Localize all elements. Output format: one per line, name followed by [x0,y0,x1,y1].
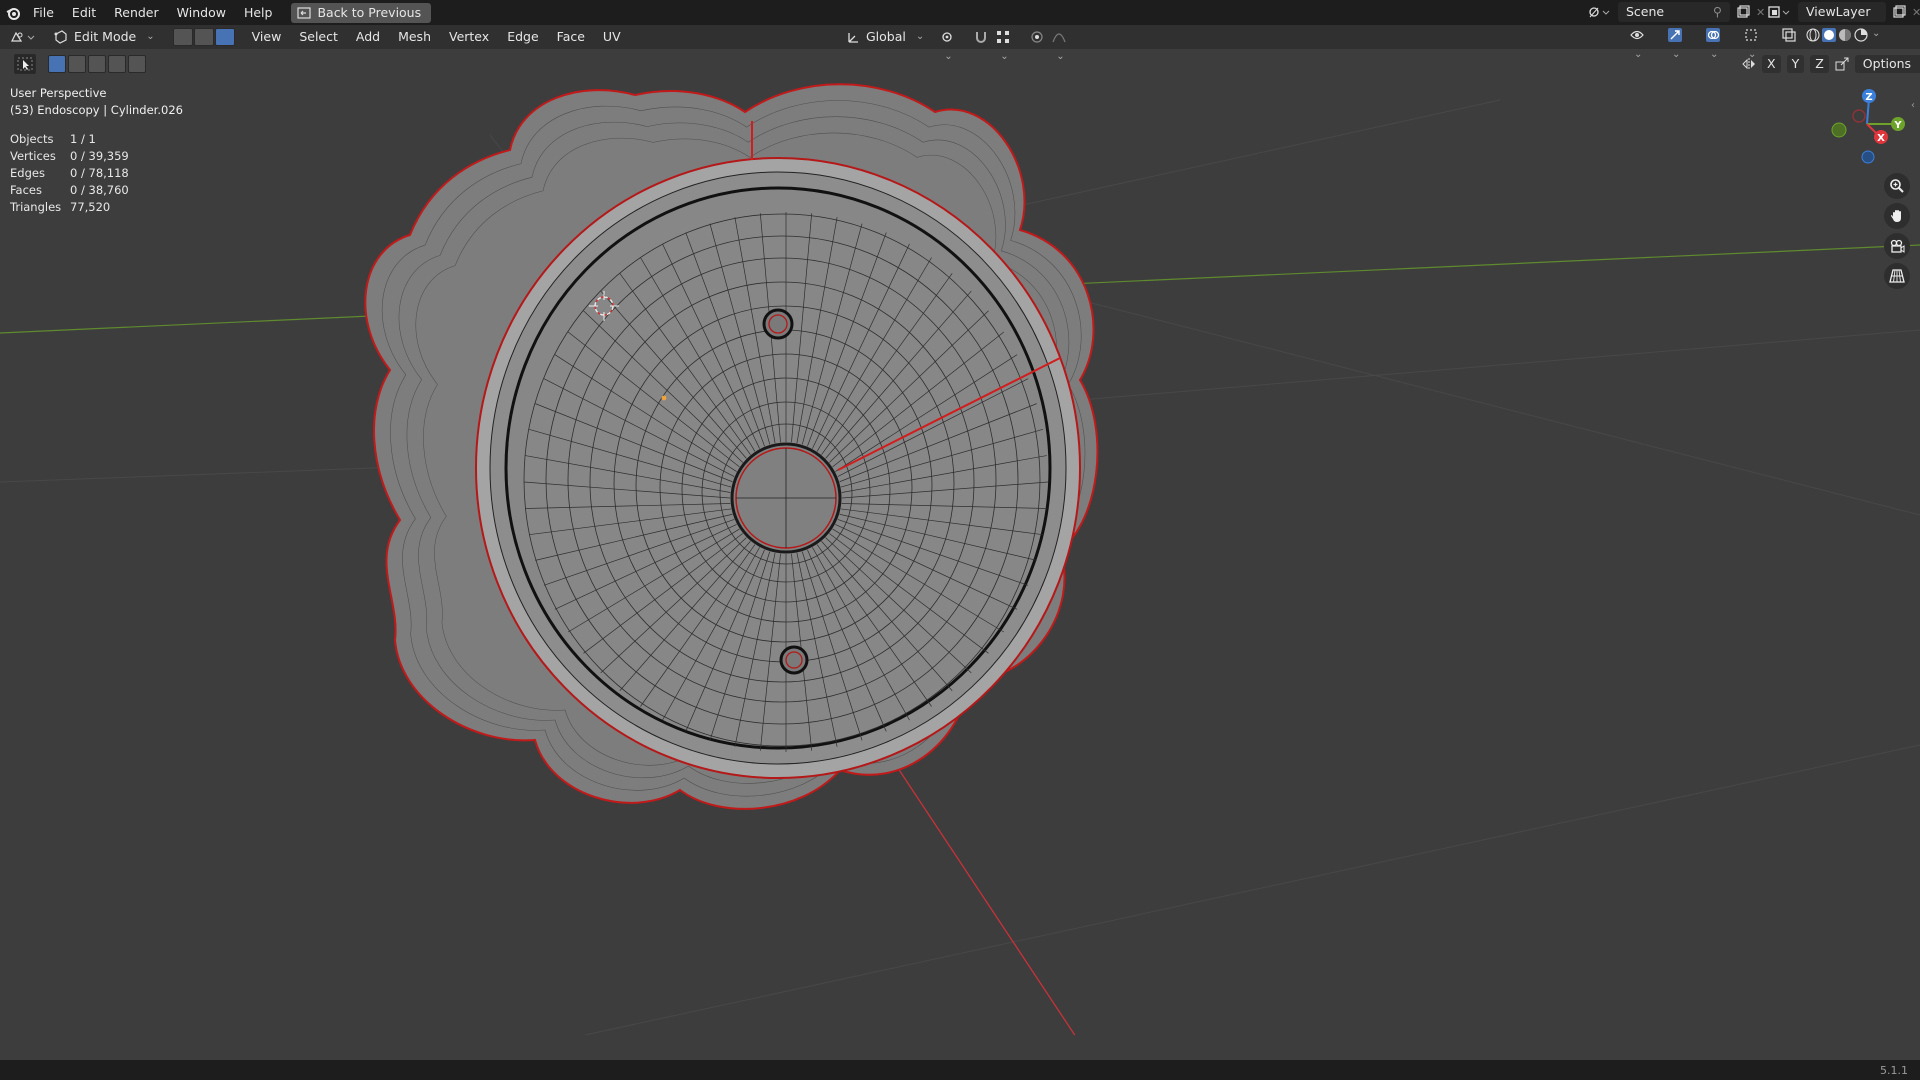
gizmo-neg-z [1861,150,1875,164]
gizmo-x-label: X [1877,133,1885,144]
navigation-gizmo[interactable]: Z Y X [1822,84,1912,174]
version-label: 5.1.1 [1880,1064,1908,1077]
stat-row: Edges 0 / 78,118 [10,165,129,182]
object-origin [661,395,667,401]
stat-label: Faces [10,183,42,197]
stat-label: Objects [10,132,54,146]
zoom-view-button[interactable] [1884,173,1910,199]
zoom-icon [1890,179,1904,193]
stat-row: Vertices 0 / 39,359 [10,148,129,165]
top-hole [762,308,794,340]
gizmo-y-label: Y [1893,120,1902,131]
stat-value: 0 / 39,359 [70,149,129,163]
viewport-object-label: (53) Endoscopy | Cylinder.026 [10,103,183,117]
pan-view-button[interactable] [1884,203,1910,229]
stat-label: Edges [10,166,45,180]
sidebar-toggle-icon[interactable]: ‹ [1911,100,1915,111]
camera-icon [1890,239,1905,253]
stat-value: 77,520 [70,200,111,214]
grid-icon [1889,269,1905,283]
viewport-canvas[interactable] [0,0,1920,1035]
statistics-overlay: Objects 1 / 1 Vertices 0 / 39,359 Edges 0 /… [10,131,129,216]
mesh-object [364,83,1099,810]
perspective-toggle-button[interactable] [1884,263,1910,289]
gizmo-neg-y [1831,122,1847,138]
camera-view-button[interactable] [1884,233,1910,259]
status-bar: 5.1.1 [0,1060,1920,1080]
viewport-perspective-label: User Perspective [10,86,107,100]
gizmo-z-label: Z [1865,92,1872,103]
stat-row: Faces 0 / 38,760 [10,182,129,199]
stat-row: Triangles 77,520 [10,199,129,216]
stat-value: 0 / 78,118 [70,166,129,180]
hand-icon [1891,210,1901,222]
bottom-hole [779,645,809,675]
stat-row: Objects 1 / 1 [10,131,129,148]
gizmo-neg-x [1852,109,1866,123]
stat-label: Triangles [10,200,62,214]
stat-value: 1 / 1 [70,132,96,146]
stat-value: 0 / 38,760 [70,183,129,197]
stat-label: Vertices [10,149,56,163]
